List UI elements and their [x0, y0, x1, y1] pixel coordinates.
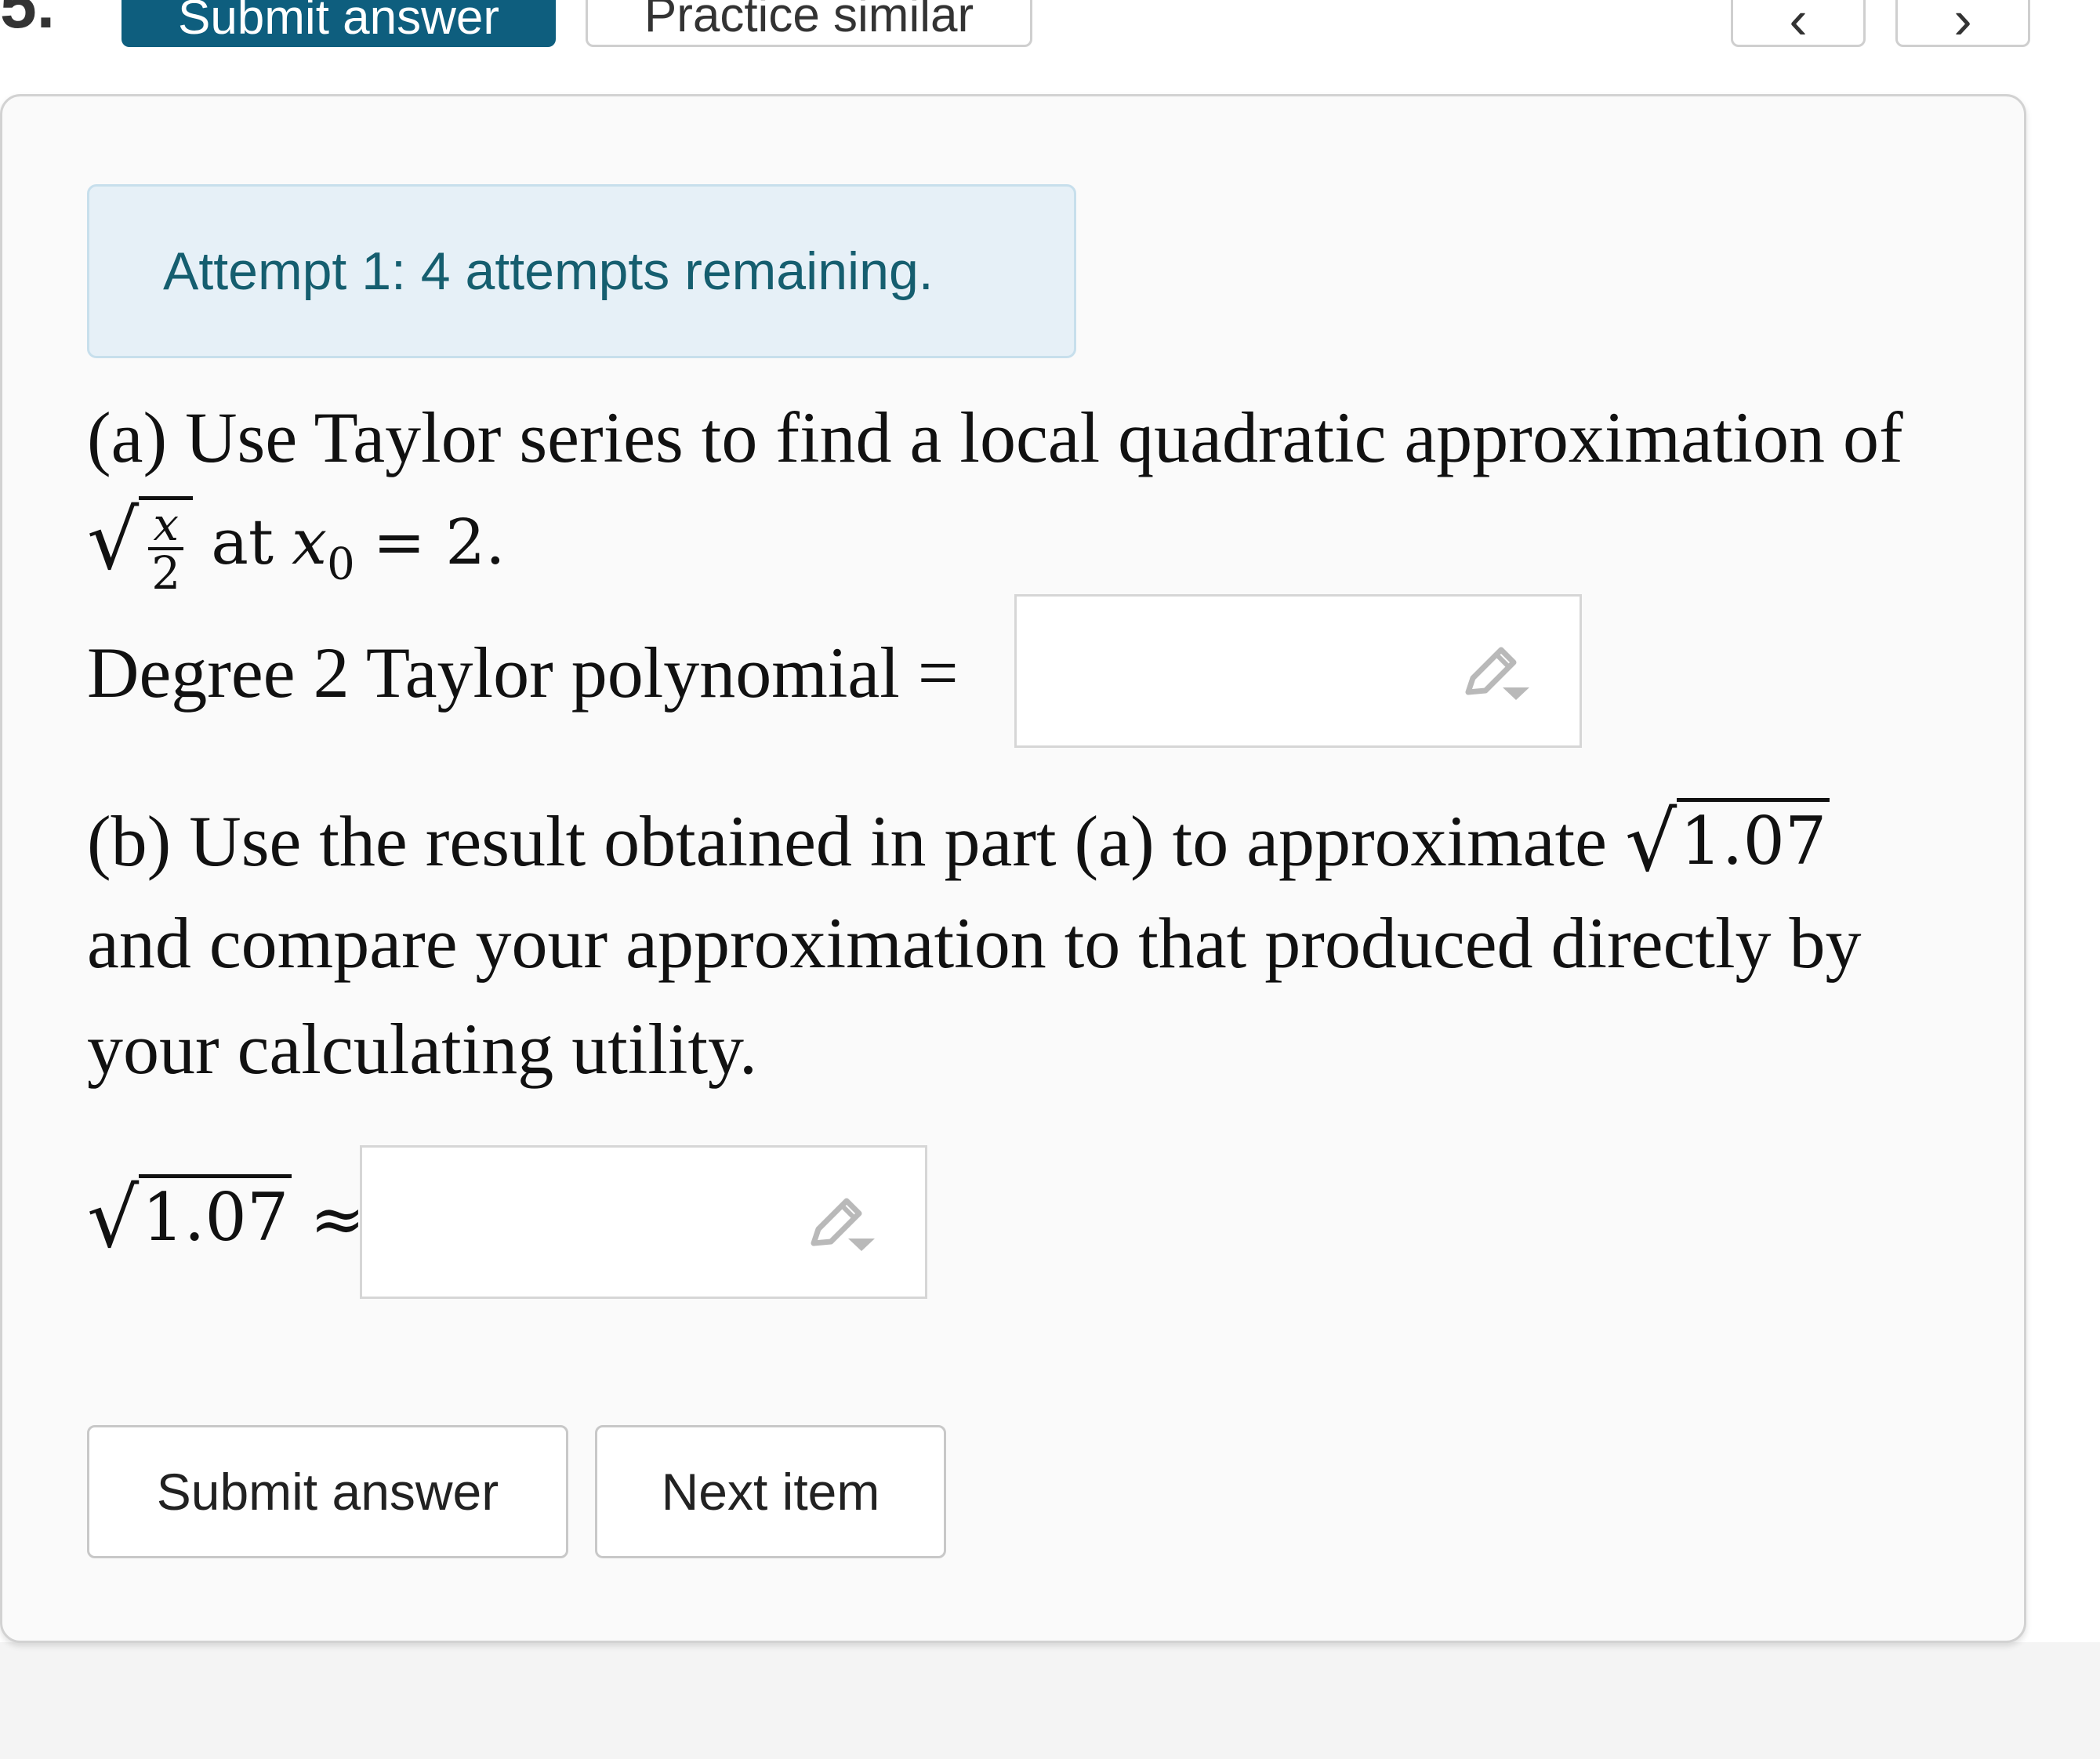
fraction-numerator: x [148, 502, 184, 550]
question-card: Attempt 1: 4 attempts remaining. (a) Use… [0, 94, 2026, 1643]
fraction-denominator: 2 [151, 546, 181, 600]
approx-radicand: 1.07 [139, 1174, 292, 1255]
fraction-x-over-2: x2 [147, 502, 185, 596]
sqrt-1-07-label: √1.07 [87, 1174, 292, 1261]
submit-answer-button[interactable]: Submit answer [87, 1425, 568, 1558]
next-question-button[interactable]: › [1895, 0, 2030, 47]
degree-label-row: Degree 2 Taylor polynomial = [87, 629, 959, 716]
taylor-polynomial-input[interactable] [1014, 594, 1582, 748]
approx-symbol: ≈ [310, 1181, 365, 1257]
previous-question-button[interactable]: ‹ [1731, 0, 1866, 47]
alert-text: Attempt 1: 4 attempts remaining. [163, 241, 934, 301]
approx-label-row: √1.07 ≈ [87, 1174, 365, 1262]
part-b-prompt-line2: and compare your approximation to that p… [87, 900, 1862, 986]
pencil-dropdown-icon[interactable] [1462, 644, 1532, 706]
variable-x: x [292, 506, 328, 578]
part-b-prompt-line1: (b) Use the result obtained in part (a) … [87, 798, 1830, 885]
chevron-left-icon: ‹ [1789, 0, 1808, 47]
degree-label: Degree 2 Taylor polynomial = [87, 633, 959, 713]
attempts-remaining-alert: Attempt 1: 4 attempts remaining. [87, 184, 1076, 358]
chevron-right-icon: › [1953, 0, 1972, 47]
radicand-1-07: 1.07 [1677, 798, 1830, 879]
subscript-zero: 0 [327, 539, 355, 590]
top-submit-answer-button[interactable]: Submit answer [122, 0, 556, 47]
part-a-prompt: (a) Use Taylor series to find a local qu… [87, 394, 1903, 481]
part-a-text: (a) Use Taylor series to find a local qu… [87, 397, 1903, 477]
part-b-prompt-line3: your calculating utility. [87, 1006, 757, 1092]
sqrt-x-over-2: √ x 2 [87, 496, 194, 596]
sqrt-approximation-input[interactable] [360, 1145, 927, 1299]
page-footer-strip [0, 1642, 2100, 1759]
practice-similar-button[interactable]: Practice similar [586, 0, 1032, 47]
part-a-expression: √ x 2 at x0 = 2. [87, 496, 506, 607]
at-word: at [211, 506, 274, 578]
part-b-text: (b) Use the result obtained in part (a) … [87, 801, 1608, 881]
part-b-text-line3: your calculating utility. [87, 1009, 758, 1089]
sqrt-1-07-inline: √1.07 [1625, 798, 1830, 885]
equals-two: = 2. [372, 506, 506, 578]
part-b-text-line2: and compare your approximation to that p… [87, 903, 1862, 983]
pencil-dropdown-icon[interactable] [807, 1195, 878, 1257]
question-number: 5. [0, 0, 56, 42]
next-item-button[interactable]: Next item [595, 1425, 946, 1558]
